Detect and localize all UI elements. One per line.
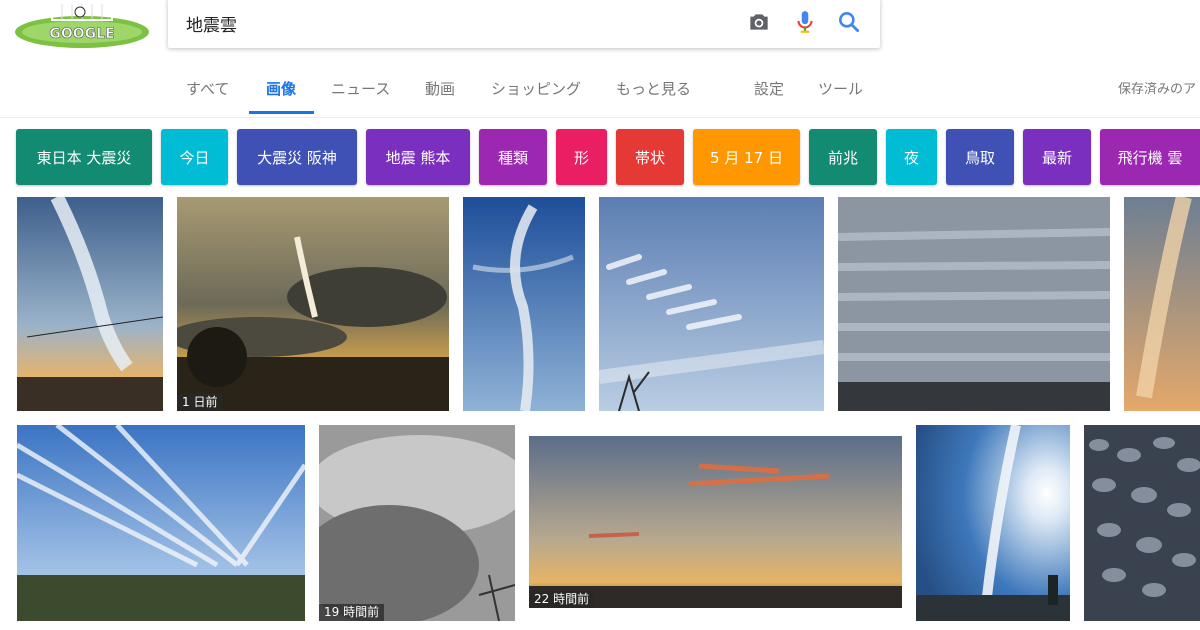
timestamp-badge: 22 時間前 <box>529 591 595 608</box>
search-tabs: すべて 画像 ニュース 動画 ショッピング もっと見る 設定 ツール <box>0 70 1200 118</box>
google-logo[interactable]: GOOGLE <box>12 0 152 50</box>
tab-news[interactable]: ニュース <box>331 78 390 99</box>
timestamp-badge: 1 日前 <box>177 394 223 411</box>
microphone-icon[interactable] <box>792 9 818 35</box>
search-box[interactable]: 地震雲 <box>168 0 880 48</box>
chip-may-17[interactable]: 5 月 17 日 <box>693 129 800 185</box>
chip-airplane-cloud[interactable]: 飛行機 雲 <box>1100 129 1200 185</box>
header: GOOGLE 地震雲 すべて 画像 ニュース 動画 ショッピング もっと見る 設… <box>0 0 1200 118</box>
chip-night[interactable]: 夜 <box>886 129 937 185</box>
chip-shape[interactable]: 形 <box>556 129 607 185</box>
image-result[interactable] <box>1084 425 1200 621</box>
related-search-chips: 東日本 大震災 今日 大震災 阪神 地震 熊本 種類 形 帯状 5 月 17 日… <box>0 129 1200 186</box>
image-result[interactable] <box>17 425 305 621</box>
tab-videos[interactable]: 動画 <box>425 78 455 99</box>
image-result[interactable]: 19 時間前 <box>319 425 515 621</box>
svg-text:GOOGLE: GOOGLE <box>49 26 114 42</box>
chip-band[interactable]: 帯状 <box>616 129 684 185</box>
chip-types[interactable]: 種類 <box>479 129 547 185</box>
chip-omen[interactable]: 前兆 <box>809 129 877 185</box>
image-result[interactable] <box>463 197 585 411</box>
chip-hanshin[interactable]: 大震災 阪神 <box>237 129 357 185</box>
saved-images-link[interactable]: 保存済みのア <box>1118 78 1196 97</box>
image-result[interactable] <box>17 197 163 411</box>
chip-higashi-nihon[interactable]: 東日本 大震災 <box>16 129 152 185</box>
image-result[interactable] <box>916 425 1070 621</box>
chip-today[interactable]: 今日 <box>161 129 228 185</box>
tab-settings[interactable]: 設定 <box>754 78 784 99</box>
tab-shopping[interactable]: ショッピング <box>491 78 581 99</box>
image-result[interactable] <box>838 197 1110 411</box>
image-result[interactable]: 22 時間前 <box>529 436 902 608</box>
chip-latest[interactable]: 最新 <box>1023 129 1091 185</box>
image-result[interactable] <box>599 197 824 411</box>
tab-all[interactable]: すべて <box>186 78 229 99</box>
timestamp-badge: 19 時間前 <box>319 604 385 621</box>
chip-kumamoto[interactable]: 地震 熊本 <box>366 129 470 185</box>
tab-tools[interactable]: ツール <box>818 78 863 99</box>
search-query[interactable]: 地震雲 <box>186 11 237 36</box>
chip-tottori[interactable]: 鳥取 <box>946 129 1014 185</box>
active-tab-indicator <box>249 111 314 114</box>
camera-icon[interactable] <box>746 9 772 35</box>
search-icon[interactable] <box>836 9 862 35</box>
image-result[interactable] <box>1124 197 1200 411</box>
image-result[interactable]: 1 日前 <box>177 197 449 411</box>
tab-images[interactable]: 画像 <box>266 78 296 99</box>
tab-more[interactable]: もっと見る <box>616 78 691 99</box>
